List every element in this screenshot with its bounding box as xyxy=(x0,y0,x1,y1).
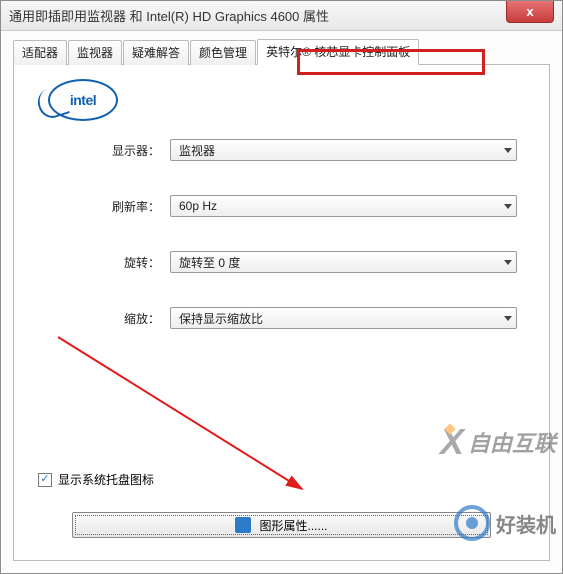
tray-icon-checkbox-row: ✓ 显示系统托盘图标 xyxy=(38,471,154,488)
row-display: 显示器： 监视器 xyxy=(96,139,517,161)
titlebar[interactable]: 通用即插即用监视器 和 Intel(R) HD Graphics 4600 属性… xyxy=(1,1,562,31)
intel-logo: intel xyxy=(48,79,118,121)
tab-troubleshoot[interactable]: 疑难解答 xyxy=(123,40,189,65)
tray-icon-label: 显示系统托盘图标 xyxy=(58,471,154,488)
graphics-properties-label: 图形属性...... xyxy=(259,517,327,534)
scaling-value: 保持显示缩放比 xyxy=(179,310,263,327)
tray-icon-checkbox[interactable]: ✓ xyxy=(38,473,52,487)
tab-panel: intel 显示器： 监视器 刷新率： 60p Hz xyxy=(13,65,550,561)
window-title: 通用即插即用监视器 和 Intel(R) HD Graphics 4600 属性 xyxy=(9,6,329,25)
tabstrip: 适配器 监视器 疑难解答 颜色管理 英特尔® 核芯显卡控制面板 xyxy=(13,41,550,65)
display-combo[interactable]: 监视器 xyxy=(170,139,517,161)
close-button[interactable]: x xyxy=(506,1,554,23)
refresh-value: 60p Hz xyxy=(179,199,217,213)
rotation-combo[interactable]: 旋转至 0 度 xyxy=(170,251,517,273)
chevron-down-icon xyxy=(504,316,512,321)
check-icon: ✓ xyxy=(40,474,49,485)
scaling-combo[interactable]: 保持显示缩放比 xyxy=(170,307,517,329)
chevron-down-icon xyxy=(504,260,512,265)
display-label: 显示器： xyxy=(96,142,160,159)
settings-form: 显示器： 监视器 刷新率： 60p Hz 旋转： xyxy=(96,139,517,329)
chevron-down-icon xyxy=(504,148,512,153)
refresh-label: 刷新率： xyxy=(96,198,160,215)
scaling-label: 缩放： xyxy=(96,310,160,327)
row-scaling: 缩放： 保持显示缩放比 xyxy=(96,307,517,329)
properties-dialog: 通用即插即用监视器 和 Intel(R) HD Graphics 4600 属性… xyxy=(0,0,563,574)
rotation-value: 旋转至 0 度 xyxy=(179,254,240,271)
close-icon: x xyxy=(526,4,533,19)
chevron-down-icon xyxy=(504,204,512,209)
bottom-button-area: 图形属性...... xyxy=(72,512,491,538)
refresh-combo[interactable]: 60p Hz xyxy=(170,195,517,217)
row-rotation: 旋转： 旋转至 0 度 xyxy=(96,251,517,273)
row-refresh: 刷新率： 60p Hz xyxy=(96,195,517,217)
tab-adapter[interactable]: 适配器 xyxy=(13,40,67,65)
graphics-properties-button[interactable]: 图形属性...... xyxy=(72,512,491,538)
tab-color-management[interactable]: 颜色管理 xyxy=(190,40,256,65)
display-value: 监视器 xyxy=(179,142,215,159)
rotation-label: 旋转： xyxy=(96,254,160,271)
tab-monitor[interactable]: 监视器 xyxy=(68,40,122,65)
monitor-icon xyxy=(235,517,251,533)
tab-intel-graphics-panel[interactable]: 英特尔® 核芯显卡控制面板 xyxy=(257,39,419,65)
client-area: 适配器 监视器 疑难解答 颜色管理 英特尔® 核芯显卡控制面板 intel 显示… xyxy=(1,31,562,571)
